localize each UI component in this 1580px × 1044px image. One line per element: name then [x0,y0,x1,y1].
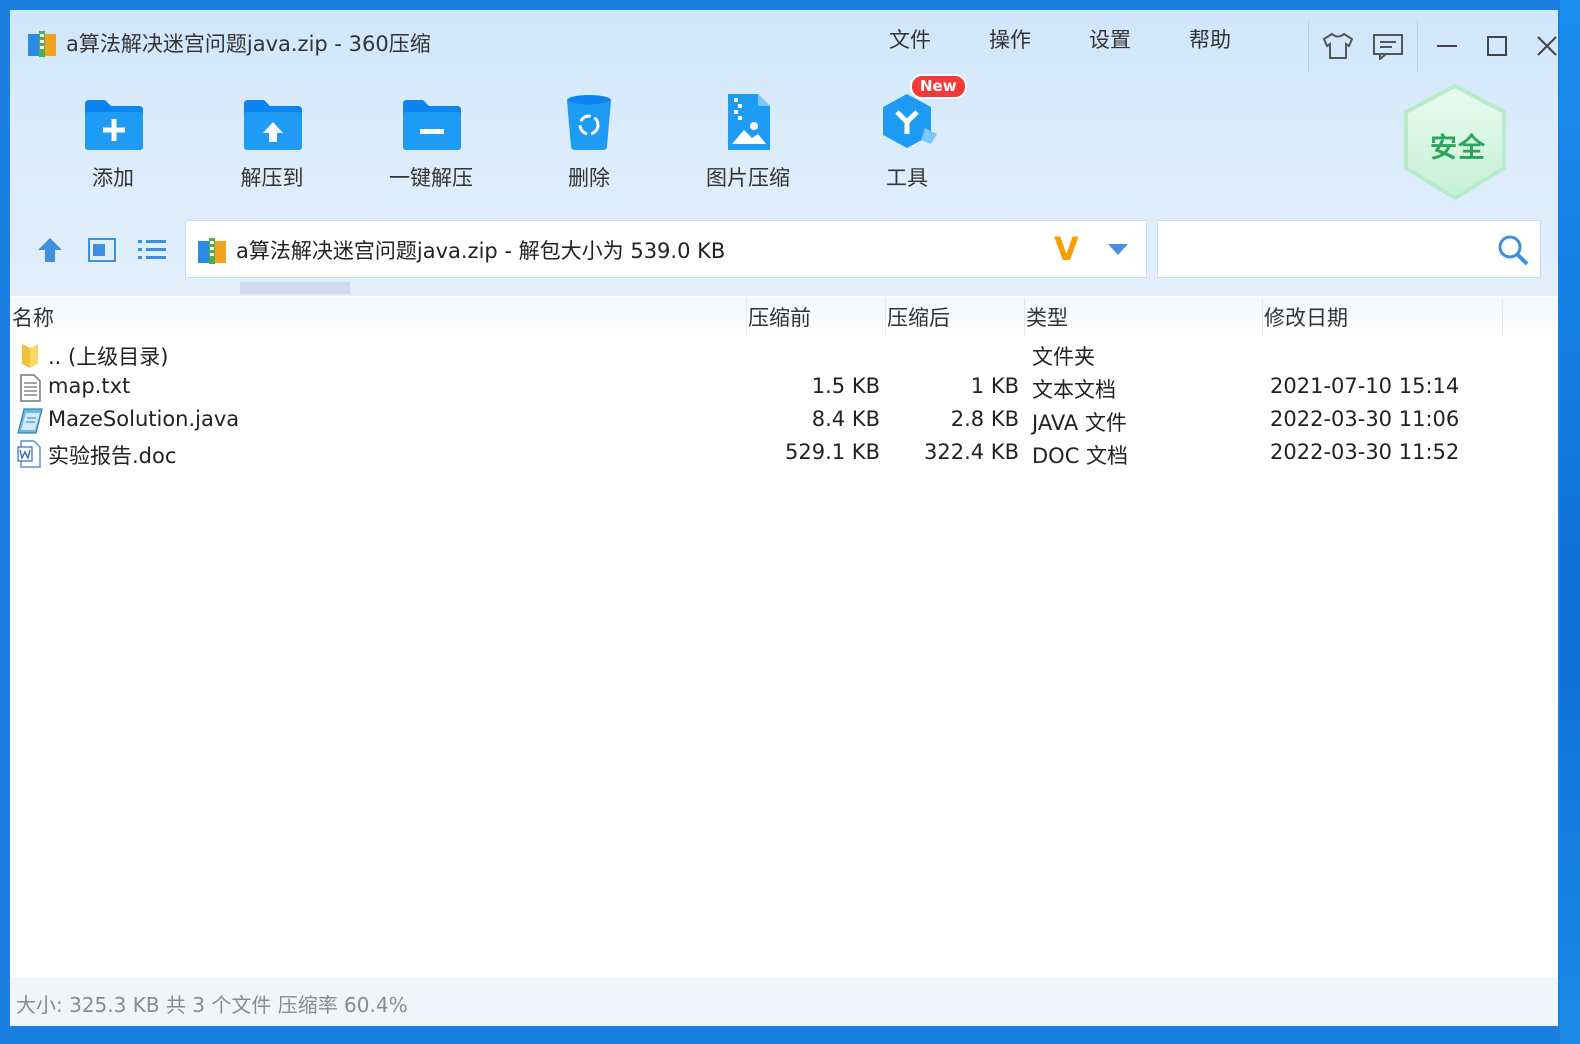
search-input[interactable] [1166,233,1490,267]
delete-button[interactable]: 删除 [529,92,649,192]
tools-button[interactable]: 工具 [847,92,967,192]
window-title: a算法解决迷宫问题java.zip - 360压缩 [66,32,431,56]
tshirt-icon [1322,32,1354,59]
message-icon [1373,34,1403,60]
separator [1308,20,1309,72]
separator [1417,20,1418,72]
menu-help[interactable]: 帮助 [1160,24,1260,56]
text-file-icon [20,374,41,402]
archive-window: a算法解决迷宫问题java.zip - 360压缩 文件 操作 设置 帮助 添加… [10,10,1558,1026]
file-date: 2022-03-30 11:06 [1270,407,1460,431]
file-row-map-txt[interactable]: map.txt 1.5 KB 1 KB 文本文档 2021-07-10 15:1… [10,372,1510,405]
file-list-header: 名称 压缩前 压缩后 类型 修改日期 [10,298,1558,338]
file-type: JAVA 文件 [1032,411,1127,435]
window-controls [1304,20,1558,72]
file-row-maze-java[interactable]: MazeSolution.java 8.4 KB 2.8 KB JAVA 文件 … [10,405,1510,438]
column-divider[interactable] [1024,298,1025,336]
list-view-button[interactable] [134,232,170,268]
delete-label: 删除 [568,166,610,190]
column-divider[interactable] [1262,298,1263,336]
minimize-icon [1437,45,1457,47]
extract-to-label: 解压到 [240,166,304,190]
arrow-up-icon [38,238,62,262]
recycle-bin-icon [567,95,611,150]
one-click-extract-label: 一键解压 [389,166,473,190]
image-compress-label: 图片压缩 [706,166,790,190]
tools-label: 工具 [886,166,928,190]
thumbnail-view-icon [88,238,116,262]
file-name: .. (上级目录) [48,345,169,369]
column-name[interactable]: 名称 [12,302,54,332]
skin-button[interactable] [1313,26,1363,66]
column-type[interactable]: 类型 [1026,302,1068,332]
word-doc-icon [17,440,41,468]
image-compress-button[interactable]: 图片压缩 [688,92,808,192]
desktop-background [1560,0,1580,1044]
list-view-icon [138,240,166,259]
column-size-after[interactable]: 压缩后 [887,302,950,332]
vip-icon[interactable]: V [1054,233,1079,265]
column-divider[interactable] [1502,298,1503,336]
menu-bar: 文件 操作 设置 帮助 [860,24,1260,56]
menu-settings[interactable]: 设置 [1060,24,1160,56]
column-date[interactable]: 修改日期 [1264,302,1348,332]
file-row-parent[interactable]: .. (上级目录) 文件夹 [10,339,1510,372]
archive-icon [198,238,226,264]
up-level-button[interactable] [32,232,68,268]
file-row-report-doc[interactable]: 实验报告.doc 529.1 KB 322.4 KB DOC 文档 2022-0… [10,438,1510,471]
file-date: 2022-03-30 11:52 [1270,440,1460,464]
file-type: 文本文档 [1032,378,1116,402]
file-name: MazeSolution.java [48,407,240,431]
file-name: 实验报告.doc [48,444,177,468]
add-button[interactable]: 添加 [53,92,173,192]
address-path: a算法解决迷宫问题java.zip - 解包大小为 539.0 KB [236,239,726,263]
add-label: 添加 [92,166,134,190]
file-size-before: 8.4 KB [811,407,880,431]
feedback-button[interactable] [1363,26,1413,66]
extract-to-button[interactable]: 解压到 [212,92,332,192]
parent-folder-icon [22,344,38,368]
column-divider[interactable] [885,298,886,336]
menu-operation[interactable]: 操作 [960,24,1060,56]
one-click-extract-button[interactable]: 一键解压 [371,92,491,192]
status-text: 大小: 325.3 KB 共 3 个文件 压缩率 60.4% [16,993,408,1017]
quick-extract-folder-icon [403,100,461,150]
file-size-after: 1 KB [970,374,1019,398]
new-badge: New [910,74,967,99]
add-folder-icon [85,100,143,150]
file-size-before: 1.5 KB [811,374,880,398]
dropdown-arrow-icon[interactable] [1106,241,1130,257]
image-file-icon [728,94,770,150]
file-size-after: 322.4 KB [924,440,1019,464]
java-file-icon [17,408,43,434]
tools-hexagon-icon [883,94,937,148]
file-type: 文件夹 [1032,345,1095,369]
column-divider[interactable] [746,298,747,336]
address-bar[interactable]: a算法解决迷宫问题java.zip - 解包大小为 539.0 KB V [185,220,1147,278]
close-button[interactable] [1522,26,1558,66]
toolbar-scroll-indicator[interactable] [240,282,350,294]
file-size-after: 2.8 KB [950,407,1019,431]
minimize-button[interactable] [1422,26,1472,66]
archive-app-icon [28,31,56,57]
file-date: 2021-07-10 15:14 [1270,374,1460,398]
extract-folder-icon [244,100,302,150]
file-type: DOC 文档 [1032,444,1129,468]
file-name: map.txt [48,374,131,398]
thumbnail-view-button[interactable] [84,232,120,268]
menu-file[interactable]: 文件 [860,24,960,56]
security-badge-text: 安全 [1430,133,1486,164]
search-box [1157,220,1541,278]
close-icon [1537,36,1557,56]
file-size-before: 529.1 KB [785,440,880,464]
maximize-button[interactable] [1472,26,1522,66]
column-size-before[interactable]: 压缩前 [748,302,811,332]
search-icon[interactable] [1496,233,1530,267]
status-bar: 大小: 325.3 KB 共 3 个文件 压缩率 60.4% [10,978,1558,1026]
maximize-icon [1487,36,1507,56]
